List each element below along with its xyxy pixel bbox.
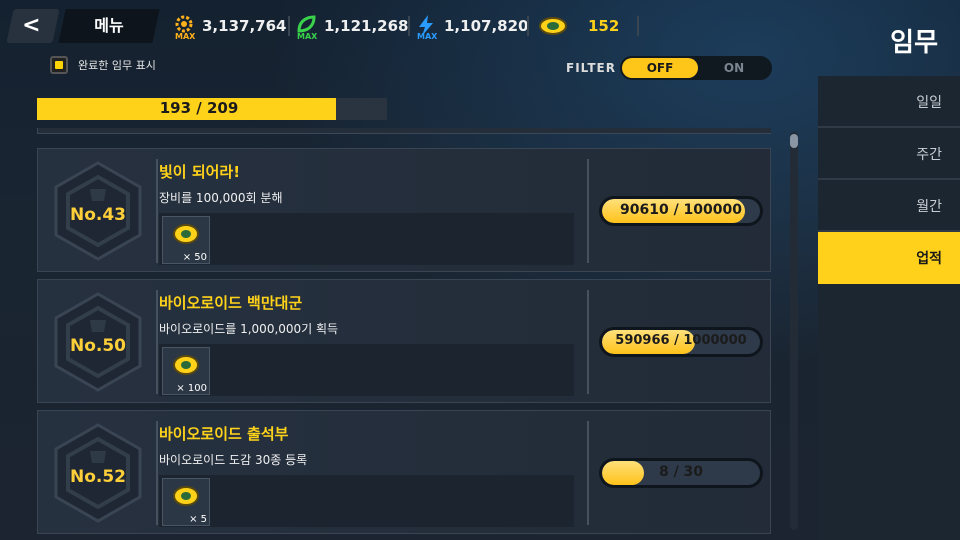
scrollbar-thumb[interactable] bbox=[790, 134, 798, 148]
gear-max-icon: MAX bbox=[172, 14, 196, 41]
mission-progress-text: 590966 / 1000000 bbox=[615, 333, 747, 348]
energy-max-icon: MAX bbox=[414, 14, 438, 41]
title-area: 임무 bbox=[820, 0, 960, 60]
tab-label: 일일 bbox=[916, 95, 942, 111]
power-amount: 1,107,820 bbox=[444, 17, 529, 35]
mission-list[interactable]: No.43 빛이 되어라! 장비를 100,000회 분해 × 50 90610… bbox=[37, 128, 771, 540]
divider bbox=[156, 159, 158, 263]
tab-monthly[interactable]: 월간 bbox=[818, 180, 960, 232]
mission-number-badge: No.52 bbox=[48, 421, 148, 525]
reward-quantity: × 5 bbox=[189, 514, 207, 525]
nutrient-amount: 1,121,268 bbox=[324, 17, 409, 35]
reward-area: × 100 bbox=[159, 344, 574, 396]
reward-item[interactable]: × 5 bbox=[162, 478, 210, 526]
mission-card: No.50 바이오로이드 백만대군 바이오로이드를 1,000,000기 획득 … bbox=[37, 279, 771, 403]
tab-achievements[interactable]: 업적 bbox=[818, 232, 960, 284]
reward-quantity: × 100 bbox=[176, 383, 207, 394]
mission-number: No.50 bbox=[69, 336, 127, 356]
mission-number: No.52 bbox=[69, 467, 127, 487]
tab-label: 주간 bbox=[916, 147, 942, 163]
reward-item[interactable]: × 50 bbox=[162, 216, 210, 264]
show-completed-label: 완료한 임무 표시 bbox=[78, 59, 156, 72]
tab-daily[interactable]: 일일 bbox=[818, 76, 960, 128]
show-completed-checkbox[interactable] bbox=[50, 56, 68, 74]
resource-tuna: 152 bbox=[538, 13, 619, 39]
mission-description: 바이오로이드를 1,000,000기 획득 bbox=[159, 322, 339, 336]
mission-title: 바이오로이드 백만대군 bbox=[159, 294, 303, 312]
show-completed-toggle[interactable]: 완료한 임무 표시 bbox=[50, 56, 156, 74]
bio-coin-icon bbox=[173, 486, 199, 506]
filter-on-option[interactable]: ON bbox=[698, 58, 770, 78]
filter-label: FILTER bbox=[566, 61, 616, 75]
reward-area: × 5 bbox=[159, 475, 574, 527]
resource-power: MAX 1,107,820 bbox=[414, 13, 529, 41]
resource-nutrient: MAX 1,121,268 bbox=[294, 13, 409, 41]
bio-coin-icon bbox=[173, 224, 199, 244]
mission-description: 장비를 100,000회 분해 bbox=[159, 191, 283, 205]
divider bbox=[527, 16, 529, 36]
parts-amount: 3,137,764 bbox=[202, 17, 287, 35]
mission-progress-text: 8 / 30 bbox=[658, 464, 704, 480]
divider bbox=[587, 159, 589, 263]
max-badge: MAX bbox=[175, 32, 196, 41]
mission-title: 바이오로이드 출석부 bbox=[159, 425, 289, 443]
filter-off-option[interactable]: OFF bbox=[622, 58, 698, 78]
overall-progress-bar: 193 / 209 bbox=[37, 98, 387, 120]
tab-label: 업적 bbox=[916, 251, 942, 267]
back-button[interactable]: < bbox=[6, 9, 60, 43]
mission-card-partial bbox=[37, 128, 771, 134]
mission-title: 빛이 되어라! bbox=[159, 163, 241, 181]
mission-description: 바이오로이드 도감 30종 등록 bbox=[159, 453, 308, 467]
tab-weekly[interactable]: 주간 bbox=[818, 128, 960, 180]
mission-progress-text: 90610 / 100000 bbox=[619, 202, 742, 218]
max-badge: MAX bbox=[417, 32, 438, 41]
tab-label: 월간 bbox=[916, 199, 942, 215]
menu-button[interactable]: 메뉴 bbox=[58, 9, 160, 43]
reward-area: × 50 bbox=[159, 213, 574, 265]
divider bbox=[288, 16, 290, 36]
mission-number: No.43 bbox=[69, 205, 127, 225]
mission-number-badge: No.43 bbox=[48, 159, 148, 263]
overall-progress-text: 193 / 209 bbox=[159, 99, 239, 117]
divider bbox=[156, 290, 158, 394]
mission-number-badge: No.50 bbox=[48, 290, 148, 394]
mission-card: No.43 빛이 되어라! 장비를 100,000회 분해 × 50 90610… bbox=[37, 148, 771, 272]
tuna-amount: 152 bbox=[588, 17, 620, 35]
mission-progress-bar: 90610 / 100000 bbox=[602, 199, 760, 223]
resource-parts: MAX 3,137,764 bbox=[172, 13, 287, 41]
reward-item[interactable]: × 100 bbox=[162, 347, 210, 395]
bio-coin-icon bbox=[538, 14, 568, 38]
divider bbox=[587, 290, 589, 394]
leaf-max-icon: MAX bbox=[294, 14, 318, 41]
divider bbox=[408, 16, 410, 36]
mission-progress-bar: 590966 / 1000000 bbox=[602, 330, 760, 354]
mission-progress-bar: 8 / 30 bbox=[602, 461, 760, 485]
top-bar: < 메뉴 MAX 3,137,764 MAX 1,121,268 MAX 1,1… bbox=[0, 0, 960, 58]
category-tabs: 일일 주간 월간 업적 bbox=[818, 76, 960, 540]
chevron-left-icon: < bbox=[22, 13, 41, 38]
divider bbox=[156, 421, 158, 525]
max-badge: MAX bbox=[297, 32, 318, 41]
menu-label: 메뉴 bbox=[94, 16, 124, 35]
reward-quantity: × 50 bbox=[182, 252, 207, 263]
bio-coin-icon bbox=[173, 355, 199, 375]
page-title: 임무 bbox=[890, 28, 938, 58]
divider bbox=[637, 16, 639, 36]
scrollbar[interactable] bbox=[790, 132, 798, 530]
filter-toggle[interactable]: OFF ON bbox=[620, 56, 772, 80]
divider bbox=[587, 421, 589, 525]
mission-card: No.52 바이오로이드 출석부 바이오로이드 도감 30종 등록 × 5 8 … bbox=[37, 410, 771, 534]
